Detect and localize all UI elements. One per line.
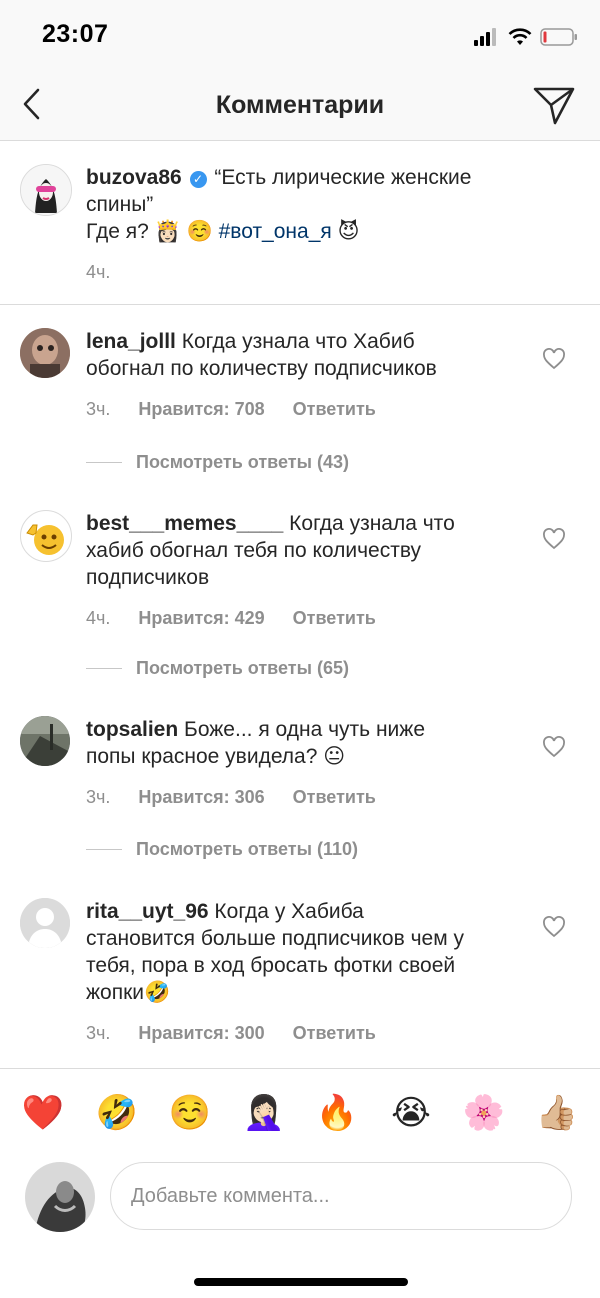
reply-button[interactable]: Ответить [293, 399, 376, 419]
comment-line: жопки🤣 [86, 981, 171, 1004]
comment-input-placeholder: Добавьте коммента... [131, 1184, 330, 1207]
comment-text: lena_jolll Когда узнала что Хабиб обогна… [86, 328, 437, 423]
likes-count[interactable]: Нравится: 300 [138, 1023, 264, 1043]
caption-meta: 4ч. [86, 259, 471, 286]
author-username[interactable]: buzova86 [86, 166, 182, 189]
comment-input[interactable]: Добавьте коммента... [110, 1162, 572, 1230]
devil-emoji-icon: 😈 [337, 220, 360, 243]
like-heart-icon[interactable] [542, 736, 566, 758]
smiling-emoji-icon[interactable]: ☺️ [168, 1093, 212, 1133]
comment-line: хабиб обогнал тебя по количеству [86, 539, 422, 562]
avatar-photo-icon [20, 716, 70, 766]
princess-emoji-icon: 👸🏻 [154, 220, 181, 243]
comment-line: Когда узнала что [289, 512, 455, 535]
likes-count[interactable]: Нравится: 708 [138, 399, 264, 419]
crying-emoji-icon[interactable]: 😭 [389, 1093, 433, 1133]
like-heart-icon[interactable] [542, 348, 566, 370]
view-replies-label[interactable]: Посмотреть ответы (43) [136, 452, 349, 473]
reply-button[interactable]: Ответить [293, 1023, 376, 1043]
divider [0, 304, 600, 305]
facepalm-emoji-icon[interactable]: 🤦🏻‍♀️ [242, 1093, 286, 1133]
comment-time: 4ч. [86, 608, 111, 628]
avatar-photo-icon [20, 328, 70, 378]
commenter-avatar[interactable] [20, 328, 70, 378]
current-user-avatar[interactable] [25, 1162, 95, 1232]
avatar-illustration-icon [21, 165, 71, 215]
view-replies-button[interactable]: Посмотреть ответы (43) [86, 452, 349, 473]
view-replies-label[interactable]: Посмотреть ответы (65) [136, 658, 349, 679]
like-heart-icon[interactable] [542, 916, 566, 938]
comment-text: best___memes____ Когда узнала что хабиб … [86, 510, 455, 632]
comment-time: 3ч. [86, 399, 111, 419]
page-title: Комментарии [215, 91, 385, 119]
caption-line-1: “Есть лирические женские [214, 166, 472, 189]
status-bar: 23:07 [0, 0, 600, 72]
comment-line: тебя, пора в ход бросать фотки своей [86, 954, 456, 977]
replies-line [86, 462, 122, 463]
hashtag-link[interactable]: #вот_она_я [219, 220, 332, 243]
comment-meta: 3ч. Нравится: 300 Ответить [86, 1020, 464, 1047]
status-time: 23:07 [42, 20, 109, 48]
quick-emoji-bar: ❤️ 🤣 ☺️ 🤦🏻‍♀️ 🔥 😭 🌸 👍🏼 [0, 1068, 600, 1157]
reply-button[interactable]: Ответить [293, 608, 376, 628]
fire-emoji-icon[interactable]: 🔥 [315, 1093, 359, 1133]
direct-share-icon[interactable] [532, 84, 576, 126]
commenter-username[interactable]: best___memes____ [86, 512, 283, 535]
battery-icon [540, 28, 577, 46]
rofl-emoji-icon[interactable]: 🤣 [95, 1093, 139, 1133]
comment-line: попы красное увидела? 😐 [86, 745, 346, 768]
likes-count[interactable]: Нравится: 429 [138, 608, 264, 628]
reply-button[interactable]: Ответить [293, 787, 376, 807]
comment-line: подписчиков [86, 566, 210, 589]
comment-line: становится больше подписчиков чем у [86, 927, 464, 950]
caption-line-3: Где я? 👸🏻 ☺️ #вот_она_я 😈 [86, 218, 471, 245]
replies-line [86, 668, 122, 669]
thumbs-up-emoji-avatar-icon [26, 524, 64, 555]
comment-composer: Добавьте коммента... [0, 1156, 600, 1246]
verified-badge-icon: ✓ [189, 171, 207, 188]
comment-text: topsalien Боже... я одна чуть ниже попы … [86, 716, 425, 811]
nav-bar: Комментарии [0, 72, 600, 141]
thumbs-up-emoji-icon[interactable]: 👍🏼 [535, 1093, 579, 1133]
view-replies-label[interactable]: Посмотреть ответы (110) [136, 839, 358, 860]
commenter-username[interactable]: rita__uyt_96 [86, 900, 209, 923]
wifi-icon [508, 28, 532, 45]
comment-meta: 4ч. Нравится: 429 Ответить [86, 605, 455, 632]
home-indicator[interactable] [194, 1278, 408, 1286]
commenter-username[interactable]: topsalien [86, 718, 178, 741]
cellular-signal-icon [474, 28, 496, 46]
likes-count[interactable]: Нравится: 306 [138, 787, 264, 807]
comment-time: 3ч. [86, 787, 111, 807]
comment-line: Когда узнала что Хабиб [181, 330, 415, 353]
like-heart-icon[interactable] [542, 528, 566, 550]
comment-time: 3ч. [86, 1023, 111, 1043]
avatar-photo-icon [25, 1162, 95, 1232]
smiling-emoji-icon: ☺️ [186, 220, 213, 243]
comment-line: обогнал по количеству подписчиков [86, 357, 437, 380]
caption-time: 4ч. [86, 262, 111, 282]
author-avatar[interactable] [20, 164, 72, 216]
comment-line: Когда у Хабиба [214, 900, 364, 923]
comment-line: Боже... я одна чуть ниже [184, 718, 425, 741]
commenter-avatar[interactable] [20, 510, 72, 562]
caption-line-2: спины” [86, 193, 154, 216]
commenter-avatar[interactable] [20, 716, 70, 766]
comment-text: rita__uyt_96 Когда у Хабиба становится б… [86, 898, 464, 1047]
status-icons [474, 24, 578, 50]
replies-line [86, 849, 122, 850]
commenter-username[interactable]: lena_jolll [86, 330, 176, 353]
view-replies-button[interactable]: Посмотреть ответы (65) [86, 658, 349, 679]
comment-meta: 3ч. Нравится: 306 Ответить [86, 784, 425, 811]
commenter-avatar[interactable] [20, 898, 70, 948]
heart-emoji-icon[interactable]: ❤️ [21, 1093, 65, 1133]
blossom-emoji-icon[interactable]: 🌸 [462, 1093, 506, 1133]
comment-meta: 3ч. Нравится: 708 Ответить [86, 396, 437, 423]
default-user-icon [20, 898, 70, 948]
caption-text: buzova86 ✓ “Есть лирические женские спин… [86, 164, 471, 286]
view-replies-button[interactable]: Посмотреть ответы (110) [86, 839, 358, 860]
caption-question: Где я? [86, 220, 155, 243]
